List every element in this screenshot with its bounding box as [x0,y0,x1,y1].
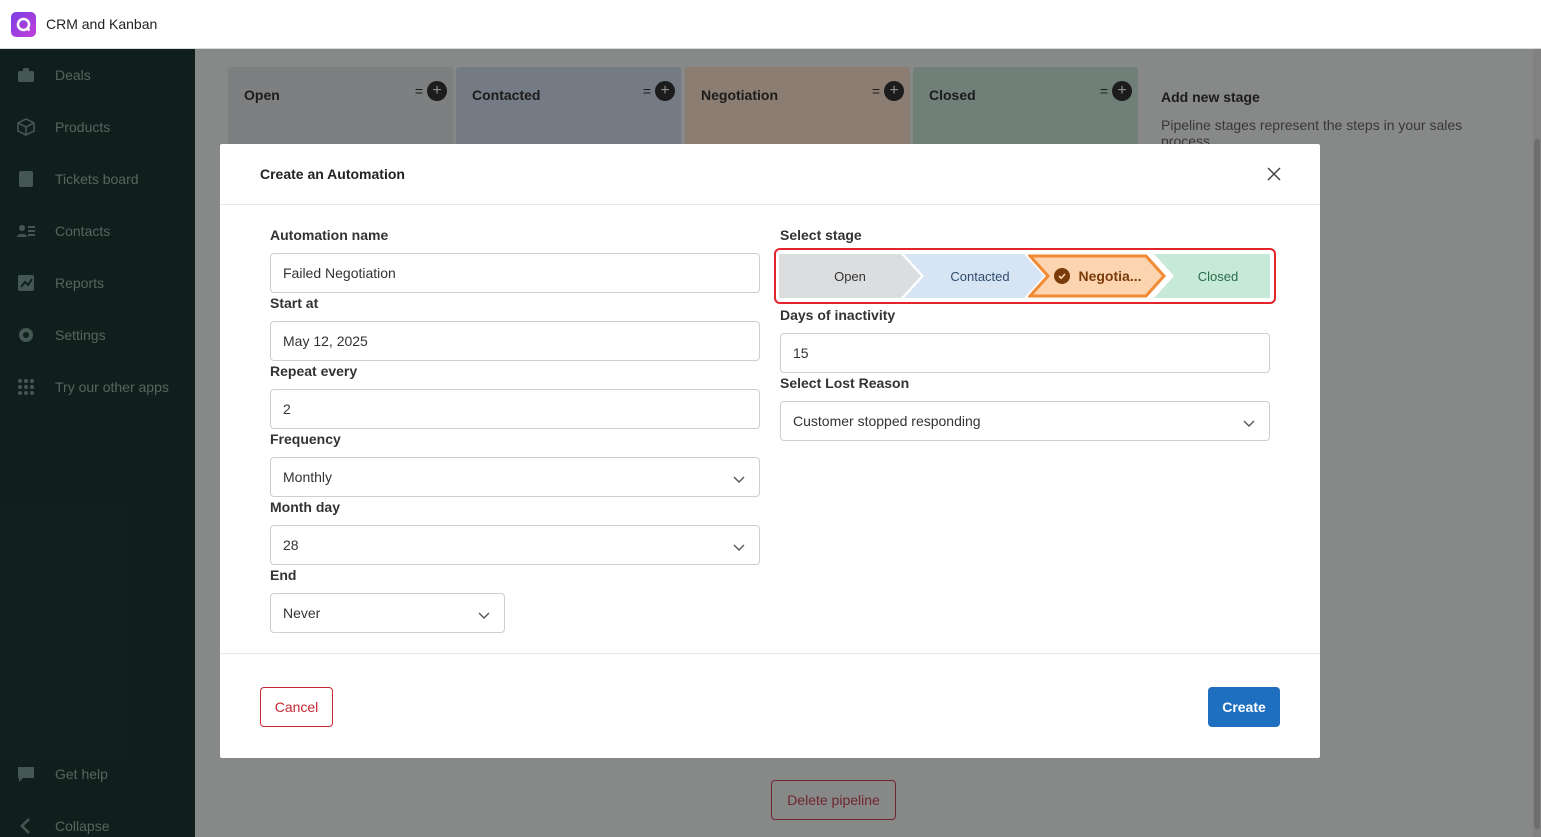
create-automation-modal: Create an Automation Automation name Fai… [220,144,1320,758]
close-icon [1267,167,1281,181]
month-day-select[interactable]: 28 [270,525,760,565]
cancel-button[interactable]: Cancel [260,687,333,727]
frequency-select[interactable]: Monthly [270,457,760,497]
frequency-label: Frequency [270,431,341,447]
stage-label: Contacted [950,268,1010,284]
start-at-input[interactable]: May 12, 2025 [270,321,760,361]
modal-title: Create an Automation [260,166,405,182]
chevron-down-icon [733,540,745,552]
repeat-every-label: Repeat every [270,363,358,379]
lost-reason-label: Select Lost Reason [780,375,910,391]
lost-reason-value: Customer stopped responding [793,413,981,429]
days-inactivity-value: 15 [793,345,809,361]
modal-header: Create an Automation [220,144,1320,205]
close-button[interactable] [1264,164,1284,184]
app-logo-icon [11,11,36,37]
select-stage-label: Select stage [780,227,862,243]
stage-label: Closed [1197,268,1239,284]
start-at-value: May 12, 2025 [283,333,368,349]
lost-reason-select[interactable]: Customer stopped responding [780,401,1270,441]
top-bar: CRM and Kanban [0,0,1541,49]
stage-label: Negotia... [1078,268,1142,284]
modal-footer: Cancel Create [220,653,1320,758]
month-day-label: Month day [270,499,340,515]
automation-name-label: Automation name [270,227,389,243]
days-inactivity-input[interactable]: 15 [780,333,1270,373]
repeat-every-value: 2 [283,401,291,417]
chevron-down-icon [478,608,490,620]
automation-name-value: Failed Negotiation [283,265,396,281]
app-title: CRM and Kanban [46,16,158,32]
chevron-down-icon [733,472,745,484]
stage-contacted[interactable]: Contacted [904,254,1044,298]
start-at-label: Start at [270,295,319,311]
month-day-value: 28 [283,537,299,553]
stage-open[interactable]: Open [779,254,921,298]
end-label: End [270,567,297,583]
create-button[interactable]: Create [1208,687,1280,727]
repeat-every-input[interactable]: 2 [270,389,760,429]
chevron-down-icon [1243,416,1255,428]
stage-selector[interactable]: Open Contacted Negotia... Closed [779,254,1270,298]
frequency-value: Monthly [283,469,333,485]
stage-negotiation[interactable]: Negotia... [1028,254,1168,298]
end-value: Never [283,605,321,621]
automation-name-input[interactable]: Failed Negotiation [270,253,760,293]
end-select[interactable]: Never [270,593,505,633]
days-inactivity-label: Days of inactivity [780,307,896,323]
stage-closed[interactable]: Closed [1154,254,1270,298]
stage-label: Open [834,268,866,284]
